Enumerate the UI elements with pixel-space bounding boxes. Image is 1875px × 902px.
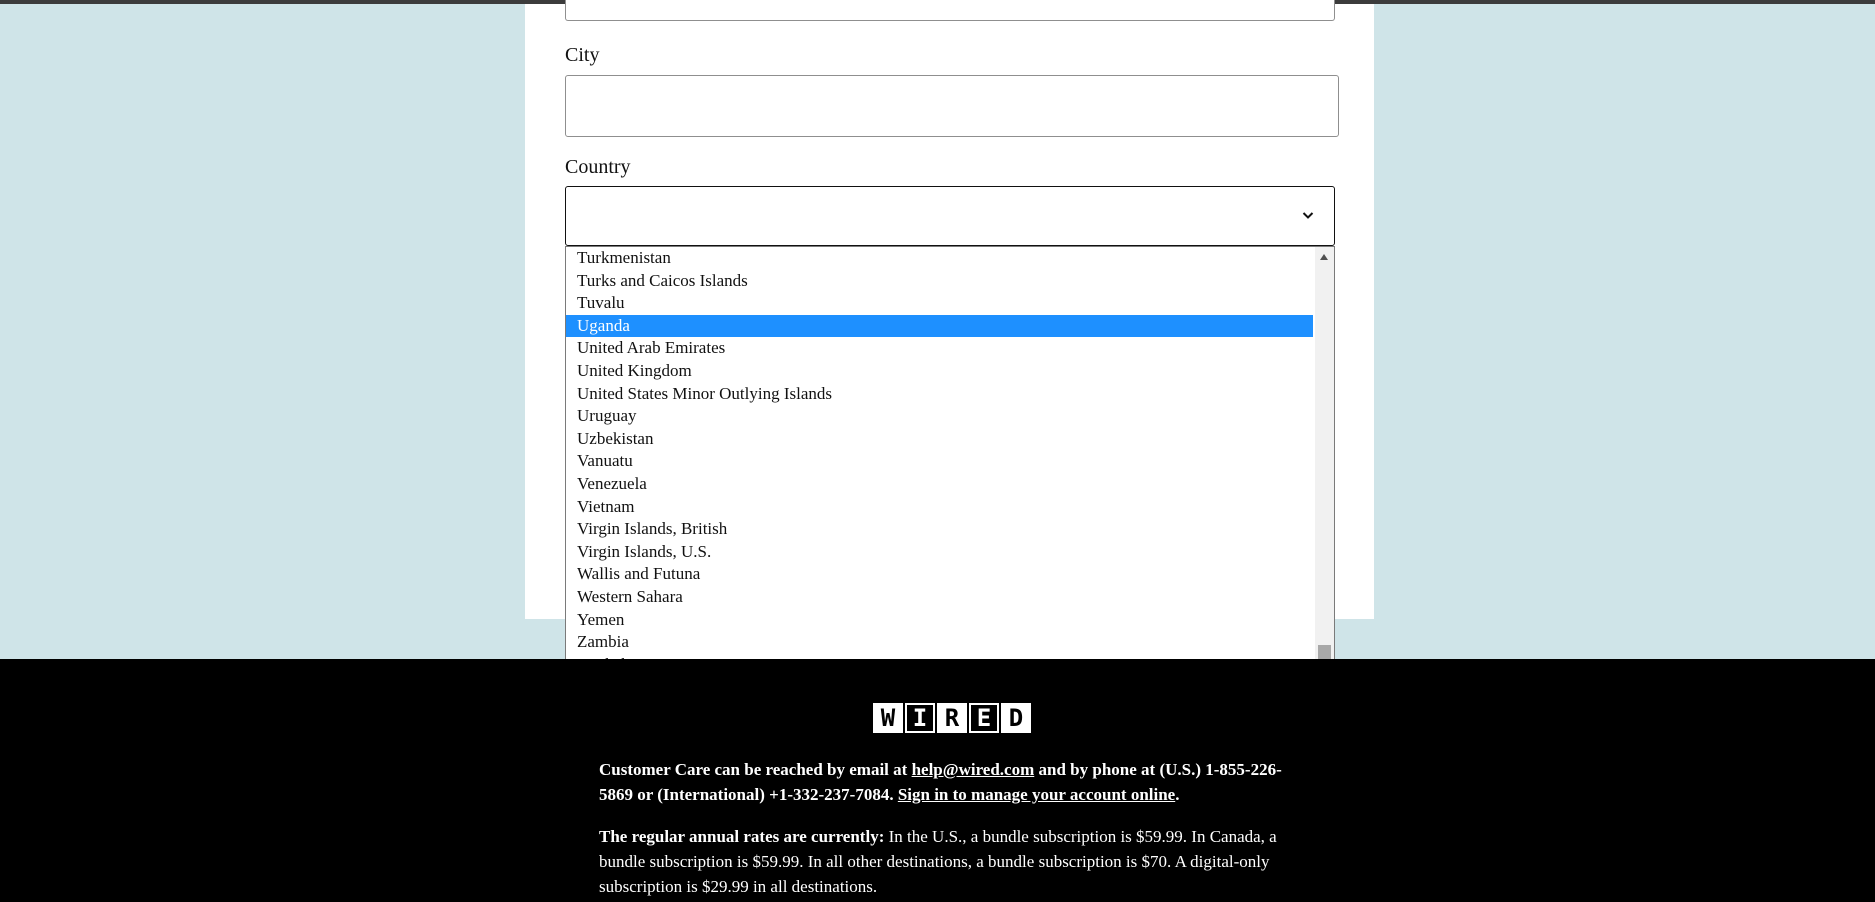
- country-dropdown-list[interactable]: Turkmenistan Turks and Caicos Islands Tuva…: [565, 246, 1335, 700]
- country-option[interactable]: United Arab Emirates: [566, 337, 1313, 360]
- country-option[interactable]: Uzbekistan: [566, 428, 1313, 451]
- scroll-up-arrow-icon[interactable]: [1320, 254, 1328, 260]
- logo-letter: I: [905, 703, 935, 733]
- care-prefix: Customer Care can be reached by email at: [599, 760, 912, 779]
- country-label: Country: [565, 156, 631, 178]
- support-email-link[interactable]: help@wired.com: [912, 760, 1035, 779]
- rates-text: The regular annual rates are currently: …: [599, 824, 1299, 899]
- logo-letter: E: [969, 703, 999, 733]
- chevron-down-icon: [1302, 212, 1314, 219]
- wired-logo[interactable]: W I R E D: [873, 703, 1031, 733]
- country-option[interactable]: Western Sahara: [566, 586, 1313, 609]
- logo-letter: D: [1001, 703, 1031, 733]
- country-option[interactable]: Vanuatu: [566, 450, 1313, 473]
- city-input[interactable]: [565, 75, 1339, 137]
- country-select[interactable]: [565, 186, 1335, 246]
- country-option[interactable]: Virgin Islands, British: [566, 518, 1313, 541]
- city-label: City: [565, 44, 600, 66]
- care-suffix: .: [1175, 785, 1180, 804]
- country-options: Turkmenistan Turks and Caicos Islands Tuva…: [566, 247, 1313, 699]
- country-option[interactable]: United Kingdom: [566, 360, 1313, 383]
- country-option[interactable]: Zambia: [566, 631, 1313, 654]
- country-option[interactable]: Wallis and Futuna: [566, 563, 1313, 586]
- country-option[interactable]: Vietnam: [566, 496, 1313, 519]
- country-option[interactable]: United States Minor Outlying Islands: [566, 383, 1313, 406]
- customer-care-text: Customer Care can be reached by email at…: [599, 757, 1299, 807]
- country-option[interactable]: Venezuela: [566, 473, 1313, 496]
- sign-in-link[interactable]: Sign in to manage your account online: [898, 785, 1175, 804]
- country-option[interactable]: Turks and Caicos Islands: [566, 270, 1313, 293]
- country-option[interactable]: Uruguay: [566, 405, 1313, 428]
- country-option[interactable]: Yemen: [566, 609, 1313, 632]
- country-option[interactable]: Tuvalu: [566, 292, 1313, 315]
- previous-address-field[interactable]: [565, 0, 1335, 21]
- country-option[interactable]: Virgin Islands, U.S.: [566, 541, 1313, 564]
- rates-lead: The regular annual rates are currently:: [599, 827, 885, 846]
- country-option[interactable]: Turkmenistan: [566, 247, 1313, 270]
- logo-letter: W: [873, 703, 903, 733]
- country-option[interactable]: Uganda: [566, 314, 1313, 338]
- dropdown-scrollbar[interactable]: [1315, 247, 1334, 699]
- logo-letter: R: [937, 703, 967, 733]
